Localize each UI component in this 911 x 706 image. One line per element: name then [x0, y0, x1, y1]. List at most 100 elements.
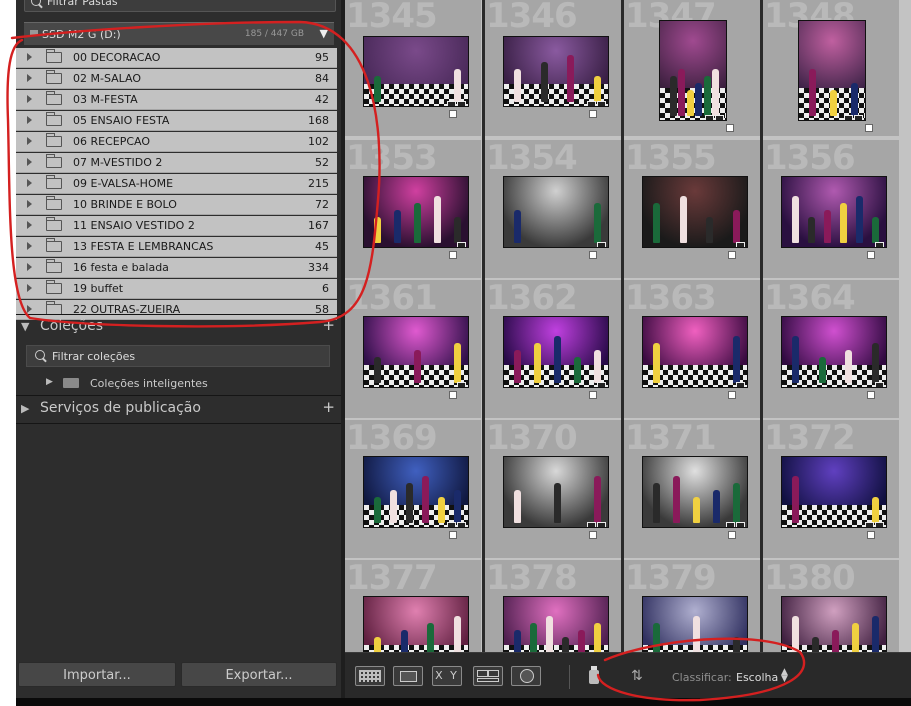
edit-badge-icon[interactable] — [854, 115, 863, 120]
expand-triangle-icon[interactable] — [27, 53, 32, 61]
photo-thumbnail[interactable] — [781, 316, 887, 388]
expand-triangle-icon[interactable] — [27, 242, 32, 250]
pick-flag-icon[interactable] — [449, 531, 457, 539]
pick-flag-icon[interactable] — [728, 391, 736, 399]
grid-cell[interactable]: 1353 — [345, 140, 481, 278]
filter-collections-input[interactable]: Filtrar coleções — [26, 345, 330, 367]
collapse-triangle-icon[interactable]: ▼ — [320, 27, 328, 40]
crop-badge-icon[interactable] — [587, 522, 596, 527]
grid-cell[interactable]: 1345 — [345, 0, 481, 136]
edit-badge-icon[interactable] — [736, 522, 745, 527]
folder-row[interactable]: 00 DECORACAO 95 — [16, 48, 337, 68]
pick-flag-icon[interactable] — [589, 531, 597, 539]
photo-thumbnail[interactable] — [363, 36, 469, 107]
grid-cell[interactable]: 1348 — [763, 0, 899, 136]
grid-view-button[interactable] — [355, 666, 385, 686]
edit-badge-icon[interactable] — [597, 101, 606, 106]
edit-badge-icon[interactable] — [457, 522, 466, 527]
volume-header[interactable]: SSD M2 G (D:) 185 / 447 GB ▼ — [24, 22, 334, 45]
grid-cell[interactable]: 1355 — [624, 140, 760, 278]
folder-row[interactable]: 02 M-SALAO 84 — [16, 69, 337, 89]
edit-badge-icon[interactable] — [597, 522, 606, 527]
sort-direction-icon[interactable]: ⇅ — [631, 668, 643, 684]
grid-cell[interactable]: 1371 — [624, 420, 760, 558]
grid-cell[interactable]: 1354 — [485, 140, 621, 278]
folder-row[interactable]: 19 buffet 6 — [16, 279, 337, 299]
pick-flag-icon[interactable] — [726, 124, 734, 132]
expand-triangle-icon[interactable]: ▶ — [46, 377, 53, 387]
folder-row[interactable]: 03 M-FESTA 42 — [16, 90, 337, 110]
photo-thumbnail[interactable] — [642, 456, 748, 528]
expand-triangle-icon[interactable] — [27, 179, 32, 187]
folder-row[interactable]: 05 ENSAIO FESTA 168 — [16, 111, 337, 131]
edit-badge-icon[interactable] — [457, 101, 466, 106]
painter-button[interactable] — [587, 666, 601, 686]
photo-thumbnail[interactable] — [659, 20, 727, 121]
folder-row[interactable]: 09 E-VALSA-HOME 215 — [16, 174, 337, 194]
photo-thumbnail[interactable] — [503, 176, 609, 248]
expand-triangle-icon[interactable] — [27, 284, 32, 292]
crop-badge-icon[interactable] — [705, 115, 714, 120]
pick-flag-icon[interactable] — [867, 251, 875, 259]
edit-badge-icon[interactable] — [597, 382, 606, 387]
pick-flag-icon[interactable] — [449, 110, 457, 118]
grid-cell[interactable]: 1379 — [624, 560, 760, 652]
edit-badge-icon[interactable] — [875, 242, 884, 247]
folder-row[interactable]: 11 ENSAIO VESTIDO 2 167 — [16, 216, 337, 236]
expand-triangle-icon[interactable]: ▶ — [21, 402, 29, 415]
edit-badge-icon[interactable] — [875, 522, 884, 527]
grid-cell[interactable]: 1369 — [345, 420, 481, 558]
folder-row[interactable]: 07 M-VESTIDO 2 52 — [16, 153, 337, 173]
grid-cell[interactable]: 1364 — [763, 280, 899, 418]
photo-thumbnail[interactable] — [503, 596, 609, 652]
photo-thumbnail[interactable] — [798, 20, 866, 121]
grid-cell[interactable]: 1370 — [485, 420, 621, 558]
crop-badge-icon[interactable] — [587, 101, 596, 106]
edit-badge-icon[interactable] — [457, 242, 466, 247]
photo-thumbnail[interactable] — [781, 596, 887, 652]
crop-badge-icon[interactable] — [726, 522, 735, 527]
crop-badge-icon[interactable] — [447, 101, 456, 106]
edit-badge-icon[interactable] — [457, 382, 466, 387]
grid-cell[interactable]: 1380 — [763, 560, 899, 652]
grid-cell[interactable]: 1372 — [763, 420, 899, 558]
pick-flag-icon[interactable] — [728, 251, 736, 259]
grid-cell[interactable]: 1377 — [345, 560, 481, 652]
pick-flag-icon[interactable] — [865, 124, 873, 132]
photo-thumbnail[interactable] — [503, 456, 609, 528]
edit-badge-icon[interactable] — [736, 242, 745, 247]
edit-badge-icon[interactable] — [597, 242, 606, 247]
compare-view-button[interactable]: X Y — [432, 666, 462, 686]
photo-thumbnail[interactable] — [363, 456, 469, 528]
edit-badge-icon[interactable] — [715, 115, 724, 120]
folder-row[interactable]: 16 festa e balada 334 — [16, 258, 337, 278]
folder-row[interactable]: 13 FESTA E LEMBRANCAS 45 — [16, 237, 337, 257]
grid-cell[interactable]: 1378 — [485, 560, 621, 652]
pick-flag-icon[interactable] — [728, 531, 736, 539]
edit-badge-icon[interactable] — [736, 382, 745, 387]
crop-badge-icon[interactable] — [447, 522, 456, 527]
publish-services-header[interactable]: ▶ Serviços de publicação + — [16, 398, 341, 421]
pick-flag-icon[interactable] — [589, 251, 597, 259]
photo-thumbnail[interactable] — [642, 316, 748, 388]
photo-thumbnail[interactable] — [503, 316, 609, 388]
expand-triangle-icon[interactable] — [27, 263, 32, 271]
expand-triangle-icon[interactable] — [27, 158, 32, 166]
loupe-view-button[interactable] — [393, 666, 423, 686]
pick-flag-icon[interactable] — [589, 110, 597, 118]
folder-row[interactable]: 06 RECEPCAO 102 — [16, 132, 337, 152]
grid-cell[interactable]: 1363 — [624, 280, 760, 418]
pick-flag-icon[interactable] — [449, 251, 457, 259]
grid-cell[interactable]: 1347 — [624, 0, 760, 136]
grid-cell[interactable]: 1356 — [763, 140, 899, 278]
crop-badge-icon[interactable] — [865, 522, 874, 527]
crop-badge-icon[interactable] — [844, 115, 853, 120]
sort-dropdown[interactable]: Escolha — [736, 671, 778, 684]
add-collection-icon[interactable]: + — [322, 316, 335, 334]
expand-triangle-icon[interactable] — [27, 221, 32, 229]
grid-cell[interactable]: 1346 — [485, 0, 621, 136]
photo-thumbnail[interactable] — [363, 316, 469, 388]
expand-triangle-icon[interactable] — [27, 74, 32, 82]
survey-view-button[interactable] — [473, 666, 503, 686]
add-publish-service-icon[interactable]: + — [322, 398, 335, 416]
